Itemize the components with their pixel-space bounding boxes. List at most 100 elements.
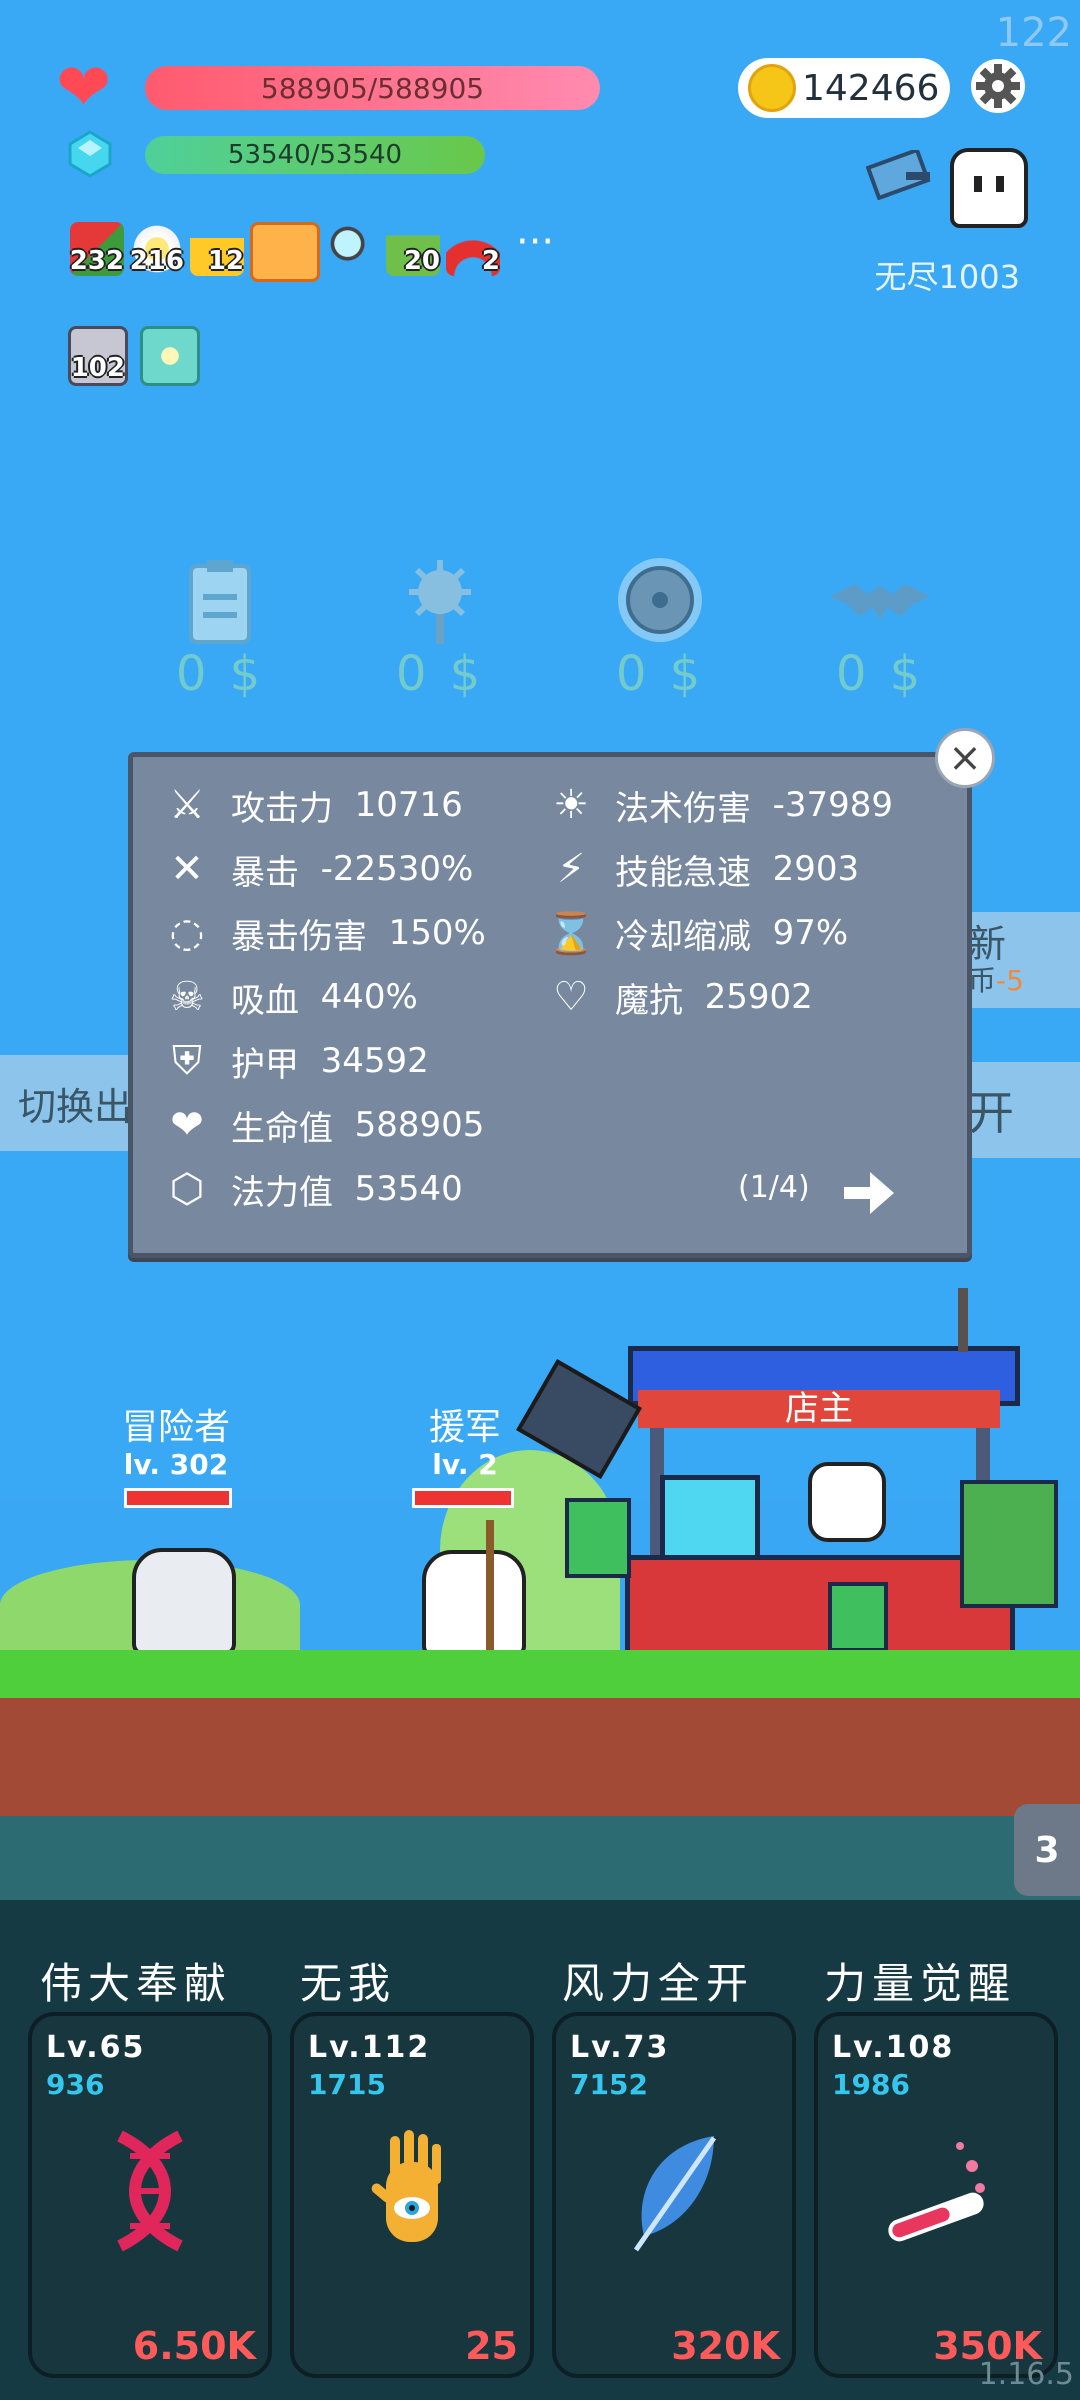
zombie-merchant	[960, 1480, 1058, 1608]
scroll-book-icon[interactable]	[250, 222, 320, 282]
skill-card-great-devotion[interactable]: Lv.65 936 6.50K	[28, 2012, 272, 2378]
hero-name: 冒险者	[121, 1407, 230, 1448]
skill-value: 936	[46, 2068, 105, 2101]
stat-label: 攻击力	[231, 788, 333, 829]
ally-level: lv. 2	[432, 1448, 498, 1481]
tab-badge-button[interactable]: 3	[1014, 1804, 1080, 1896]
skill-cost: 320K	[671, 2324, 780, 2368]
shop-slot[interactable]: 0 $	[370, 556, 510, 702]
settings-gear-icon[interactable]	[968, 56, 1028, 116]
shop-slot[interactable]: 0 $	[810, 556, 950, 702]
lamp-icon[interactable]	[140, 326, 200, 386]
endless-flag-icon[interactable]	[866, 150, 936, 200]
skill-title: 力量觉醒	[824, 1959, 1017, 2008]
mp-bar: 53540/53540	[145, 136, 485, 174]
skill-title: 风力全开	[562, 1959, 755, 2008]
coin-icon	[748, 64, 796, 112]
stat-crit-damage: ◌ 暴击伤害 150%	[163, 901, 486, 965]
skill-level: Lv.73	[570, 2030, 670, 2065]
magnifier-icon[interactable]	[326, 222, 380, 276]
skill-level: Lv.65	[46, 2030, 146, 2065]
shop-cart-body[interactable]	[625, 1555, 1015, 1655]
stat-lifesteal: ☠ 吸血 440%	[163, 965, 486, 1029]
close-icon[interactable]: ×	[935, 728, 995, 788]
more-buffs-button[interactable]: ···	[516, 222, 554, 282]
stat-label: 吸血	[231, 980, 299, 1021]
stat-label: 冷却缩减	[615, 916, 751, 957]
stat-label: 暴击	[231, 852, 299, 893]
hp-bar: 588905/588905	[145, 66, 600, 110]
endless-mode-label: 无尽1003	[874, 258, 1020, 296]
stat-health: ❤ 生命值 588905	[163, 1093, 486, 1157]
mana-gem-icon	[68, 130, 112, 178]
stat-value: -22530%	[320, 849, 474, 889]
potion-tube-icon	[888, 2142, 985, 2242]
shop-slot[interactable]: 0 $	[150, 556, 290, 702]
stat-label: 魔抗	[615, 980, 683, 1021]
skill-value: 7152	[570, 2068, 648, 2101]
skill-card-full-wind[interactable]: Lv.73 7152 320K	[552, 2012, 796, 2378]
stat-value: 2903	[772, 849, 860, 889]
stats-right-column: ☀ 法术伤害 -37989 ⚡ 技能急速 2903 ⌛ 冷却缩减 97% ♡ 魔抗 25…	[546, 773, 893, 1029]
stat-label: 技能急速	[615, 852, 751, 893]
hero-hp-bar	[124, 1488, 232, 1508]
stat-value: 25902	[704, 977, 813, 1017]
skill-title: 无我	[300, 1959, 397, 2008]
magnet-icon[interactable]: 2	[446, 222, 500, 276]
green-book-icon	[828, 1582, 888, 1652]
slot-price: 0 $	[395, 646, 485, 702]
skill-level: Lv.108	[832, 2030, 955, 2065]
green-book-icon	[565, 1498, 631, 1578]
next-page-arrow-icon[interactable]	[840, 1168, 896, 1218]
pitchfork-icon	[486, 1520, 494, 1650]
ghost-mascot-icon[interactable]	[950, 148, 1028, 228]
coin-amount: 142466	[802, 67, 940, 109]
shop-slots: 0 $ 0 $ 0 $ 0 $	[150, 556, 950, 702]
open-label: 开	[968, 1086, 1014, 1140]
stat-value: 10716	[354, 785, 463, 825]
stat-value: 34592	[320, 1041, 429, 1081]
stat-crit: ✕ 暴击 -22530%	[163, 837, 486, 901]
shop-display	[660, 1475, 760, 1565]
skill-card-power-awakening[interactable]: Lv.108 1986 350K	[814, 2012, 1058, 2378]
ally-hp-bar	[412, 1488, 514, 1508]
clipboard-icon	[189, 560, 251, 644]
flower-icon[interactable]: 216	[130, 222, 184, 276]
shop-slot[interactable]: 0 $	[590, 556, 730, 702]
ally-ghost[interactable]	[422, 1550, 526, 1658]
version-label: 1.16.5	[978, 2357, 1074, 2392]
shopkeeper[interactable]	[808, 1462, 886, 1542]
watermelon-icon[interactable]: 232	[70, 222, 124, 276]
hero-knight[interactable]	[132, 1548, 236, 1656]
skill-card-selfless[interactable]: Lv.112 1715 25	[290, 2012, 534, 2378]
buff-row-1: 232 216 12 20 2 ···	[70, 222, 554, 282]
crown-icon[interactable]: 12	[190, 222, 244, 276]
dna-icon	[117, 2130, 183, 2252]
ground-grass	[0, 1650, 1080, 1698]
coin-counter: 142466	[738, 58, 950, 118]
axe-icon: ⚔	[169, 782, 205, 828]
ally-name: 援军	[428, 1407, 501, 1448]
target-ring-icon: ◌	[169, 910, 205, 956]
buff-row-2: 102	[68, 326, 200, 386]
stat-armor: ⛨ 护甲 34592	[163, 1029, 486, 1093]
crossed-swords-icon: ✕	[170, 846, 204, 892]
skill-cost: 25	[465, 2324, 518, 2368]
card-stack-icon[interactable]: 102	[68, 326, 128, 386]
skill-value: 1986	[832, 2068, 910, 2101]
refresh-cost-value: -5	[996, 963, 1024, 997]
refresh-label: 新	[968, 921, 1007, 966]
switch-out-label: 切换出	[18, 1084, 133, 1129]
skill-level: Lv.112	[308, 2030, 431, 2065]
stats-left-column: ⚔ 攻击力 10716 ✕ 暴击 -22530% ◌ 暴击伤害 150% ☠ 吸血 44…	[163, 773, 486, 1221]
stat-label: 生命值	[231, 1108, 333, 1149]
stat-value: 97%	[772, 913, 849, 953]
hero-level: lv. 302	[123, 1448, 229, 1481]
shop-chimney	[958, 1288, 968, 1352]
refresh-currency: 币	[968, 963, 997, 997]
stat-value: 150%	[388, 913, 486, 953]
stats-page-indicator: (1/4)	[738, 1170, 810, 1205]
skill-title: 伟大奉献	[40, 1959, 233, 2008]
money-heart-icon[interactable]: 20	[386, 222, 440, 276]
ground-dirt	[0, 1698, 1080, 1816]
